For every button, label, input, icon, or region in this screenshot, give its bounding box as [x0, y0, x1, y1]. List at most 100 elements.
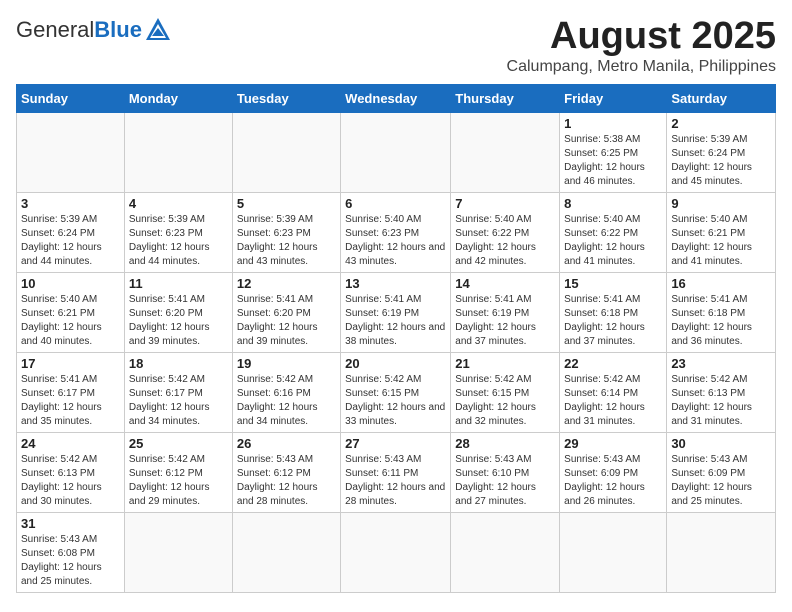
day-info: Sunrise: 5:39 AM Sunset: 6:24 PM Dayligh… [671, 133, 771, 189]
calendar-cell: 26 Sunrise: 5:43 AM Sunset: 6:12 PM Dayli… [232, 432, 340, 512]
calendar-cell [560, 512, 667, 592]
day-number: 13 [345, 276, 446, 291]
calendar-cell: 28Sunrise: 5:43 AM Sunset: 6:10 PM Dayli… [451, 432, 560, 512]
calendar-cell: 3Sunrise: 5:39 AM Sunset: 6:24 PM Daylig… [17, 192, 125, 272]
day-number: 27 [345, 436, 446, 451]
calendar-week-row: 1 Sunrise: 5:38 AM Sunset: 6:25 PM Daylig… [17, 112, 776, 192]
calendar-cell: 30 Sunrise: 5:43 AM Sunset: 6:09 PM Dayli… [667, 432, 776, 512]
calendar-cell [17, 112, 125, 192]
day-number: 5 [237, 196, 336, 211]
day-number: 15 [564, 276, 662, 291]
day-number: 31 [21, 516, 120, 531]
calendar-cell [124, 512, 232, 592]
calendar-cell: 7Sunrise: 5:40 AM Sunset: 6:22 PM Daylig… [451, 192, 560, 272]
calendar-cell: 4 Sunrise: 5:39 AM Sunset: 6:23 PM Daylig… [124, 192, 232, 272]
day-number: 30 [671, 436, 771, 451]
calendar-cell: 8Sunrise: 5:40 AM Sunset: 6:22 PM Daylig… [560, 192, 667, 272]
day-number: 1 [564, 116, 662, 131]
day-info: Sunrise: 5:42 AM Sunset: 6:12 PM Dayligh… [129, 453, 228, 509]
calendar-cell: 15 Sunrise: 5:41 AM Sunset: 6:18 PM Dayli… [560, 272, 667, 352]
calendar-cell: 24Sunrise: 5:42 AM Sunset: 6:13 PM Dayli… [17, 432, 125, 512]
calendar-cell [232, 112, 340, 192]
calendar-cell: 23Sunrise: 5:42 AM Sunset: 6:13 PM Dayli… [667, 352, 776, 432]
day-number: 11 [129, 276, 228, 291]
day-info: Sunrise: 5:41 AM Sunset: 6:18 PM Dayligh… [564, 293, 662, 349]
weekday-header-wednesday: Wednesday [341, 84, 451, 112]
day-info: Sunrise: 5:42 AM Sunset: 6:15 PM Dayligh… [345, 373, 446, 429]
day-info: Sunrise: 5:39 AM Sunset: 6:23 PM Dayligh… [237, 213, 336, 269]
day-number: 16 [671, 276, 771, 291]
weekday-header-row: SundayMondayTuesdayWednesdayThursdayFrid… [17, 84, 776, 112]
day-info: Sunrise: 5:43 AM Sunset: 6:11 PM Dayligh… [345, 453, 446, 509]
calendar-cell: 9 Sunrise: 5:40 AM Sunset: 6:21 PM Daylig… [667, 192, 776, 272]
calendar-week-row: 24Sunrise: 5:42 AM Sunset: 6:13 PM Dayli… [17, 432, 776, 512]
day-number: 6 [345, 196, 446, 211]
day-info: Sunrise: 5:41 AM Sunset: 6:17 PM Dayligh… [21, 373, 120, 429]
calendar-cell: 1 Sunrise: 5:38 AM Sunset: 6:25 PM Daylig… [560, 112, 667, 192]
day-number: 26 [237, 436, 336, 451]
calendar-cell: 5 Sunrise: 5:39 AM Sunset: 6:23 PM Daylig… [232, 192, 340, 272]
calendar-cell [341, 512, 451, 592]
day-info: Sunrise: 5:43 AM Sunset: 6:09 PM Dayligh… [564, 453, 662, 509]
calendar-table: SundayMondayTuesdayWednesdayThursdayFrid… [16, 84, 776, 593]
calendar-cell: 31 Sunrise: 5:43 AM Sunset: 6:08 PM Dayli… [17, 512, 125, 592]
day-number: 25 [129, 436, 228, 451]
calendar-cell: 22 Sunrise: 5:42 AM Sunset: 6:14 PM Dayli… [560, 352, 667, 432]
day-number: 24 [21, 436, 120, 451]
day-info: Sunrise: 5:41 AM Sunset: 6:20 PM Dayligh… [129, 293, 228, 349]
logo-icon [144, 16, 172, 44]
day-info: Sunrise: 5:39 AM Sunset: 6:23 PM Dayligh… [129, 213, 228, 269]
calendar-cell [667, 512, 776, 592]
calendar-cell [451, 112, 560, 192]
logo-general-text: General [16, 17, 94, 43]
calendar-week-row: 31 Sunrise: 5:43 AM Sunset: 6:08 PM Dayli… [17, 512, 776, 592]
calendar-cell: 14 Sunrise: 5:41 AM Sunset: 6:19 PM Dayli… [451, 272, 560, 352]
day-info: Sunrise: 5:43 AM Sunset: 6:08 PM Dayligh… [21, 533, 120, 589]
day-number: 4 [129, 196, 228, 211]
day-info: Sunrise: 5:41 AM Sunset: 6:18 PM Dayligh… [671, 293, 771, 349]
calendar-cell [232, 512, 340, 592]
day-number: 9 [671, 196, 771, 211]
day-number: 14 [455, 276, 555, 291]
calendar-week-row: 10Sunrise: 5:40 AM Sunset: 6:21 PM Dayli… [17, 272, 776, 352]
day-number: 19 [237, 356, 336, 371]
day-info: Sunrise: 5:40 AM Sunset: 6:23 PM Dayligh… [345, 213, 446, 269]
day-info: Sunrise: 5:41 AM Sunset: 6:19 PM Dayligh… [345, 293, 446, 349]
day-info: Sunrise: 5:41 AM Sunset: 6:19 PM Dayligh… [455, 293, 555, 349]
calendar-cell: 16 Sunrise: 5:41 AM Sunset: 6:18 PM Dayli… [667, 272, 776, 352]
day-number: 2 [671, 116, 771, 131]
calendar-cell: 13 Sunrise: 5:41 AM Sunset: 6:19 PM Dayli… [341, 272, 451, 352]
day-info: Sunrise: 5:40 AM Sunset: 6:22 PM Dayligh… [455, 213, 555, 269]
day-info: Sunrise: 5:43 AM Sunset: 6:10 PM Dayligh… [455, 453, 555, 509]
day-info: Sunrise: 5:43 AM Sunset: 6:12 PM Dayligh… [237, 453, 336, 509]
calendar-cell: 2 Sunrise: 5:39 AM Sunset: 6:24 PM Daylig… [667, 112, 776, 192]
calendar-cell: 27 Sunrise: 5:43 AM Sunset: 6:11 PM Dayli… [341, 432, 451, 512]
day-info: Sunrise: 5:43 AM Sunset: 6:09 PM Dayligh… [671, 453, 771, 509]
day-info: Sunrise: 5:38 AM Sunset: 6:25 PM Dayligh… [564, 133, 662, 189]
calendar-cell: 18Sunrise: 5:42 AM Sunset: 6:17 PM Dayli… [124, 352, 232, 432]
day-info: Sunrise: 5:40 AM Sunset: 6:21 PM Dayligh… [671, 213, 771, 269]
calendar-title: August 2025 [507, 16, 776, 58]
weekday-header-monday: Monday [124, 84, 232, 112]
day-number: 3 [21, 196, 120, 211]
weekday-header-sunday: Sunday [17, 84, 125, 112]
day-info: Sunrise: 5:40 AM Sunset: 6:21 PM Dayligh… [21, 293, 120, 349]
day-number: 8 [564, 196, 662, 211]
day-info: Sunrise: 5:42 AM Sunset: 6:15 PM Dayligh… [455, 373, 555, 429]
calendar-cell [124, 112, 232, 192]
day-number: 29 [564, 436, 662, 451]
calendar-cell: 6 Sunrise: 5:40 AM Sunset: 6:23 PM Daylig… [341, 192, 451, 272]
logo-blue-text: Blue [94, 17, 142, 43]
day-number: 22 [564, 356, 662, 371]
calendar-cell: 10Sunrise: 5:40 AM Sunset: 6:21 PM Dayli… [17, 272, 125, 352]
calendar-cell: 19Sunrise: 5:42 AM Sunset: 6:16 PM Dayli… [232, 352, 340, 432]
weekday-header-tuesday: Tuesday [232, 84, 340, 112]
day-info: Sunrise: 5:41 AM Sunset: 6:20 PM Dayligh… [237, 293, 336, 349]
day-info: Sunrise: 5:42 AM Sunset: 6:17 PM Dayligh… [129, 373, 228, 429]
calendar-cell: 17 Sunrise: 5:41 AM Sunset: 6:17 PM Dayli… [17, 352, 125, 432]
day-number: 17 [21, 356, 120, 371]
weekday-header-thursday: Thursday [451, 84, 560, 112]
day-info: Sunrise: 5:42 AM Sunset: 6:14 PM Dayligh… [564, 373, 662, 429]
calendar-week-row: 3Sunrise: 5:39 AM Sunset: 6:24 PM Daylig… [17, 192, 776, 272]
calendar-cell: 21Sunrise: 5:42 AM Sunset: 6:15 PM Dayli… [451, 352, 560, 432]
